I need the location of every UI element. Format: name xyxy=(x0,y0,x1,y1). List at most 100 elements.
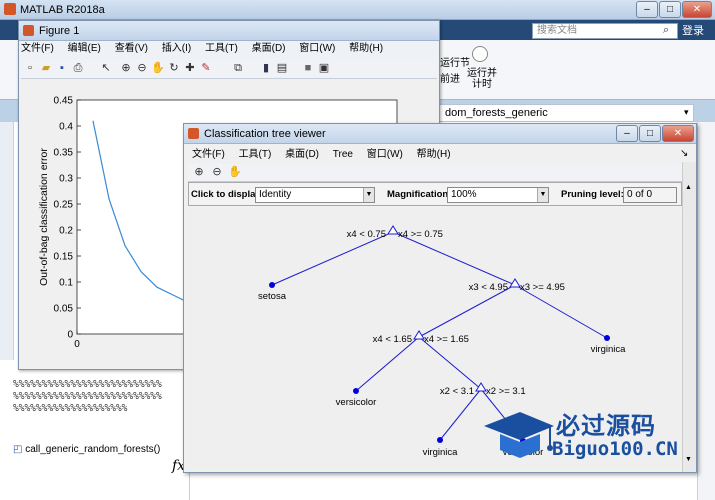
rotate-3d-icon[interactable]: ↻ xyxy=(167,61,181,75)
leaf-node-virginica-2[interactable] xyxy=(437,437,443,443)
split-label-4-right: x2 >= 3.1 xyxy=(486,386,526,397)
new-figure-icon[interactable]: ▫ xyxy=(23,61,37,75)
search-icon[interactable]: ⌕ xyxy=(663,24,669,37)
ribbon-item-run-section[interactable]: 运行节 xyxy=(440,54,470,69)
menu-view[interactable]: 查看(V) xyxy=(115,43,148,54)
leaf-label-versicolor-1: versicolor xyxy=(336,397,377,408)
menu-tools[interactable]: 工具(T) xyxy=(205,43,238,54)
magnification-select[interactable]: 100% ▼ xyxy=(447,187,549,203)
figure1-menubar: 文件(F) 编辑(E) 查看(V) 插入(I) 工具(T) 桌面(D) 窗口(W… xyxy=(21,41,394,57)
y-tick-label: 0.35 xyxy=(54,148,74,159)
login-button[interactable]: 登录 xyxy=(682,22,710,40)
undock-arrow-icon[interactable]: ↘ xyxy=(680,148,688,159)
maximize-button[interactable]: □ xyxy=(659,1,681,18)
zoom-in-icon[interactable]: ⊕ xyxy=(119,61,133,75)
split-node-root[interactable] xyxy=(387,225,399,235)
leaf-node-setosa[interactable] xyxy=(269,282,275,288)
function-list-item[interactable]: ◰ call_generic_random_forests() xyxy=(13,444,160,455)
click-to-display-select[interactable]: Identity ▼ xyxy=(255,187,375,203)
watermark-domain: Biguo100.CN xyxy=(552,438,678,460)
tv-zoom-in-icon[interactable]: ⊕ xyxy=(192,165,206,179)
open-file-icon[interactable]: ▰ xyxy=(39,61,53,75)
minimize-button[interactable]: – xyxy=(636,1,658,18)
tree-viewer-toolbar: ⊕ ⊖ ✋ xyxy=(188,164,682,182)
split-label-4-left: x2 < 3.1 xyxy=(440,386,474,397)
ribbon-item-advance[interactable]: 前进 xyxy=(440,70,460,85)
leaf-node-virginica-1[interactable] xyxy=(604,335,610,341)
tv-pan-hand-icon[interactable]: ✋ xyxy=(228,165,242,179)
tv-menu-tools[interactable]: 工具(T) xyxy=(239,149,272,160)
legend-icon[interactable]: ▤ xyxy=(275,61,289,75)
pruning-level-value: 0 of 0 xyxy=(627,189,653,200)
menu-edit[interactable]: 编辑(E) xyxy=(68,43,101,54)
click-to-display-value: Identity xyxy=(259,189,292,200)
matlab-logo-icon xyxy=(4,3,16,15)
y-tick-label: 0.1 xyxy=(59,278,73,289)
y-axis-label: Out-of-bag classification error xyxy=(38,148,50,286)
matlab-logo-icon xyxy=(23,25,34,36)
y-tick-label: 0.15 xyxy=(54,252,74,263)
leaf-label-virginica-1: virginica xyxy=(591,344,627,355)
tv-menu-desktop[interactable]: 桌面(D) xyxy=(285,149,319,160)
magnification-value: 100% xyxy=(451,189,477,200)
figure1-title: Figure 1 xyxy=(39,25,80,37)
split-label-2-left: x3 < 4.95 xyxy=(469,282,508,293)
tree-viewer-controls: Click to display: Identity ▼ Magnificati… xyxy=(188,182,682,206)
leaf-node-versicolor-1[interactable] xyxy=(353,388,359,394)
magnification-label: Magnification: xyxy=(387,189,452,200)
pan-hand-icon[interactable]: ✋ xyxy=(151,61,165,75)
menu-desktop[interactable]: 桌面(D) xyxy=(252,43,286,54)
tv-zoom-out-icon[interactable]: ⊖ xyxy=(210,165,224,179)
colorbar-icon[interactable]: ▮ xyxy=(259,61,273,75)
y-tick-label: 0.25 xyxy=(54,200,74,211)
zoom-out-icon[interactable]: ⊖ xyxy=(135,61,149,75)
brush-icon[interactable]: ✎ xyxy=(199,61,213,75)
pruning-level-field: 0 of 0 xyxy=(623,187,677,203)
tv-menu-file[interactable]: 文件(F) xyxy=(192,149,225,160)
function-item-label: call_generic_random_forests() xyxy=(25,444,161,455)
tree-viewer-minimize-button[interactable]: – xyxy=(616,125,638,142)
split-label-root-right: x4 >= 0.75 xyxy=(398,229,443,240)
leaf-label-setosa: setosa xyxy=(258,291,287,302)
y-tick-label: 0.4 xyxy=(59,122,73,133)
chevron-down-icon[interactable]: ▾ xyxy=(684,107,689,118)
tv-menu-tree[interactable]: Tree xyxy=(333,149,353,160)
menu-file[interactable]: 文件(F) xyxy=(21,43,54,54)
split-node-4[interactable] xyxy=(475,382,487,392)
menu-insert[interactable]: 插入(I) xyxy=(162,43,191,54)
split-label-3-right: x4 >= 1.65 xyxy=(424,334,469,345)
search-input[interactable]: 搜索文档 xyxy=(532,23,678,39)
tree-viewer-maximize-button[interactable]: □ xyxy=(639,125,661,142)
menu-window[interactable]: 窗口(W) xyxy=(299,43,335,54)
main-window-title: MATLAB R2018a xyxy=(20,4,105,16)
print-icon[interactable]: ⎙ xyxy=(71,61,85,75)
watermark-logo: 必过源码 Biguo100.CN xyxy=(480,402,710,464)
tree-viewer-title: Classification tree viewer xyxy=(204,128,326,140)
menu-help[interactable]: 帮助(H) xyxy=(349,43,383,54)
show-plot-tools-icon[interactable]: ▣ xyxy=(317,61,331,75)
leaf-label-virginica-2: virginica xyxy=(423,447,459,458)
save-icon[interactable]: ▪ xyxy=(55,61,69,75)
close-button[interactable]: ✕ xyxy=(682,1,712,18)
y-tick-label: 0.05 xyxy=(54,304,74,315)
pointer-icon[interactable]: ↖ xyxy=(99,61,113,75)
link-plot-icon[interactable]: ⧉ xyxy=(231,61,245,75)
address-bar[interactable]: dom_forests_generic xyxy=(436,104,694,122)
figure1-toolbar: ▫ ▰ ▪ ⎙ ↖ ⊕ ⊖ ✋ ↻ ✚ ✎ ⧉ ▮ ▤ ■ ▣ xyxy=(21,59,437,79)
graduation-cap-icon xyxy=(484,412,554,458)
chevron-down-icon: ▼ xyxy=(537,188,548,202)
split-label-root-left: x4 < 0.75 xyxy=(347,229,386,240)
click-to-display-label: Click to display: xyxy=(191,189,264,200)
main-title-bar: MATLAB R2018a – □ ✕ xyxy=(0,0,715,20)
y-tick-label: 0.45 xyxy=(54,96,74,107)
ribbon-item-run-and-time[interactable]: 运行并 计时 xyxy=(467,68,497,90)
tree-viewer-title-bar: Classification tree viewer – □ ✕ xyxy=(184,124,696,144)
tree-viewer-close-button[interactable]: ✕ xyxy=(662,125,694,142)
tv-menu-help[interactable]: 帮助(H) xyxy=(417,149,451,160)
tv-menu-window[interactable]: 窗口(W) xyxy=(367,149,403,160)
scroll-up-arrow-icon[interactable]: ▲ xyxy=(685,184,692,191)
split-label-3-left: x4 < 1.65 xyxy=(373,334,412,345)
data-cursor-icon[interactable]: ✚ xyxy=(183,61,197,75)
y-tick-label: 0.3 xyxy=(59,174,73,185)
hide-plot-tools-icon[interactable]: ■ xyxy=(301,61,315,75)
